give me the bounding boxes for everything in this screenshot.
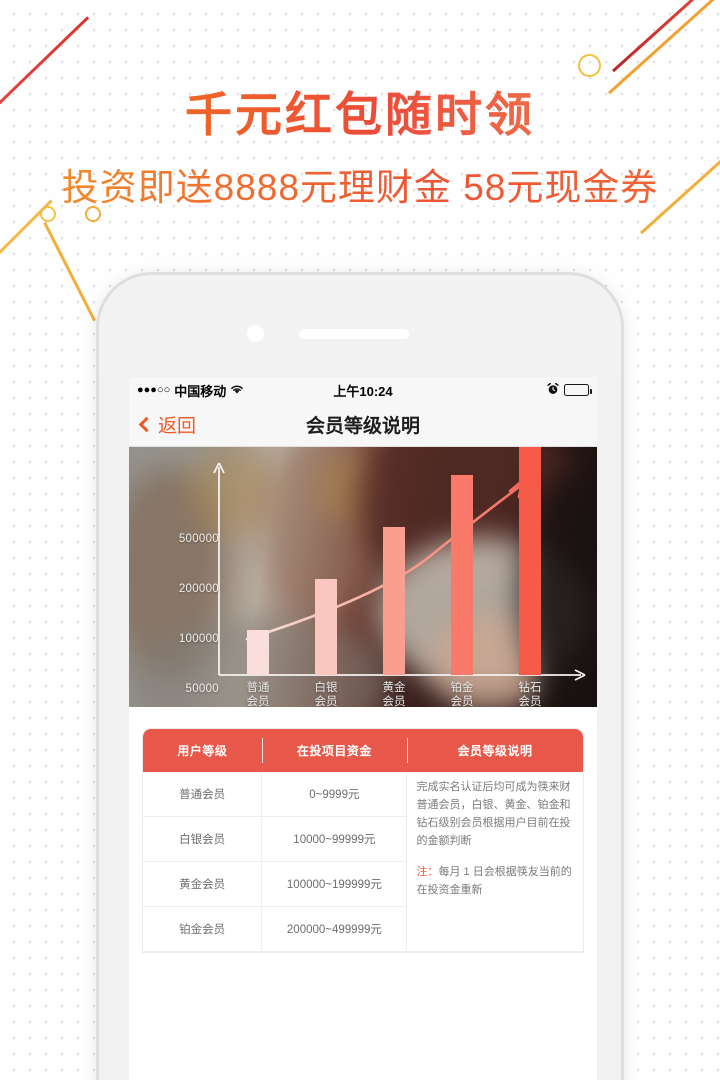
- front-camera-icon: [247, 325, 264, 342]
- y-tick: 100000: [178, 633, 219, 645]
- page-title: 会员等级说明: [305, 416, 420, 437]
- grade-cell: 普通会员: [143, 772, 263, 817]
- alarm-clock-icon: [547, 382, 559, 397]
- deco-line-orange-topright: [608, 0, 720, 94]
- x-label-line2: 会员: [518, 696, 542, 707]
- grade-note: 注：每月 1 日会根据筷友当前的在投资金重新: [416, 863, 574, 899]
- phone-top-bezel: [99, 275, 621, 377]
- promo-subtitle: 投资即送8888元理财金 58元现金券: [0, 165, 720, 211]
- status-bar: ●●●○○ 中国移动 上午10:24: [129, 377, 597, 403]
- member-level-chart: 500000 200000 100000 50000 10000 0 普通 会员…: [129, 447, 597, 707]
- deco-ring-yellow-topright: [578, 54, 601, 77]
- x-label-line1: 铂金: [450, 682, 474, 694]
- member-grade-table: 用户等级 在投项目资金 会员等级说明 普通会员 0~9999元 完成实名认证后均…: [143, 729, 583, 952]
- amount-cell: 0~9999元: [261, 772, 408, 817]
- table-header-cell: 会员等级说明: [406, 729, 583, 772]
- member-grade-table-area: 用户等级 在投项目资金 会员等级说明 普通会员 0~9999元 完成实名认证后均…: [129, 707, 597, 952]
- x-label-line2: 会员: [246, 696, 270, 707]
- earpiece-speaker: [299, 329, 409, 339]
- promo-title: 千元红包随时领: [0, 86, 720, 145]
- x-axis-label: 普通 会员: [232, 681, 284, 707]
- note-keyword: 注：: [416, 865, 439, 878]
- status-bar-clock: 上午10:24: [333, 383, 393, 399]
- grade-description-cell: 完成实名认证后均可成为筷来财普通会员，白银、黄金、铂金和钻石级别会员根据用户目前…: [406, 772, 583, 952]
- phone-mockup: ●●●○○ 中国移动 上午10:24 返回 会员等级说明 500000 2000…: [96, 272, 624, 1080]
- grade-cell: 黄金会员: [143, 861, 263, 907]
- x-label-line2: 会员: [314, 696, 338, 707]
- phone-screen: ●●●○○ 中国移动 上午10:24 返回 会员等级说明 500000 2000…: [129, 377, 597, 1080]
- x-label-line2: 会员: [382, 696, 406, 707]
- status-bar-right: [547, 382, 592, 397]
- y-tick: 50000: [185, 683, 219, 695]
- deco-line-red-topright: [612, 0, 718, 72]
- x-label-line2: 会员: [450, 696, 474, 707]
- chart-bar: [451, 475, 473, 675]
- promo-block: 千元红包随时领 投资即送8888元理财金 58元现金券: [0, 86, 720, 211]
- x-label-line1: 钻石: [518, 682, 542, 694]
- table-header-cell: 在投项目资金: [261, 729, 407, 772]
- x-label-line1: 白银: [314, 682, 338, 694]
- x-axis-label: 黄金 会员: [368, 681, 420, 707]
- y-axis-tick-labels: 500000 200000 100000 50000 10000 0: [153, 447, 219, 707]
- battery-icon: [564, 384, 592, 396]
- chart-bar: [519, 447, 541, 675]
- x-axis-label: 钻石 会员: [504, 681, 556, 707]
- table-row: 普通会员 0~9999元 完成实名认证后均可成为筷来财普通会员，白银、黄金、铂金…: [143, 772, 583, 952]
- x-axis-label: 白银 会员: [300, 681, 352, 707]
- y-tick: 200000: [178, 583, 219, 595]
- x-label-line1: 普通: [246, 682, 270, 694]
- nav-bar: 返回 会员等级说明: [129, 403, 597, 447]
- grade-cell: 白银会员: [143, 816, 263, 862]
- amount-cell: 200000~499999元: [261, 906, 408, 952]
- chart-bar: [247, 630, 269, 675]
- table-header-cell: 用户等级: [143, 729, 262, 772]
- table-header-row: 用户等级 在投项目资金 会员等级说明: [143, 729, 583, 772]
- chart-bar: [315, 579, 337, 675]
- amount-cell: 10000~99999元: [261, 816, 408, 862]
- y-tick: 500000: [178, 533, 219, 545]
- amount-cell: 100000~199999元: [261, 861, 408, 907]
- x-axis-label: 铂金 会员: [436, 681, 488, 707]
- x-label-line1: 黄金: [382, 682, 406, 694]
- grade-cell: 铂金会员: [143, 906, 263, 952]
- grade-description-text: 完成实名认证后均可成为筷来财普通会员，白银、黄金、铂金和钻石级别会员根据用户目前…: [416, 781, 571, 848]
- chart-bar: [383, 527, 405, 675]
- note-text: 每月 1 日会根据筷友当前的在投资金重新: [416, 865, 572, 896]
- deco-line-yellow-left: [43, 222, 96, 322]
